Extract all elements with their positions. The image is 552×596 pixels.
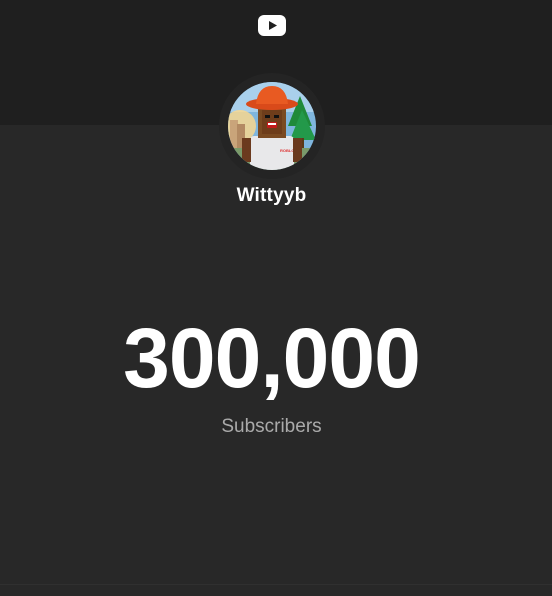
subscriber-counter-page: ROBLOX Wittyyb 300,000 Subscribers (0, 0, 552, 596)
channel-name: Wittyyb (236, 185, 307, 206)
subscriber-label: Subscribers (221, 416, 322, 437)
subscriber-count: 300,000 (123, 311, 421, 405)
youtube-play-icon[interactable] (258, 15, 286, 36)
channel-avatar[interactable]: ROBLOX (228, 82, 316, 170)
divider (0, 584, 552, 585)
